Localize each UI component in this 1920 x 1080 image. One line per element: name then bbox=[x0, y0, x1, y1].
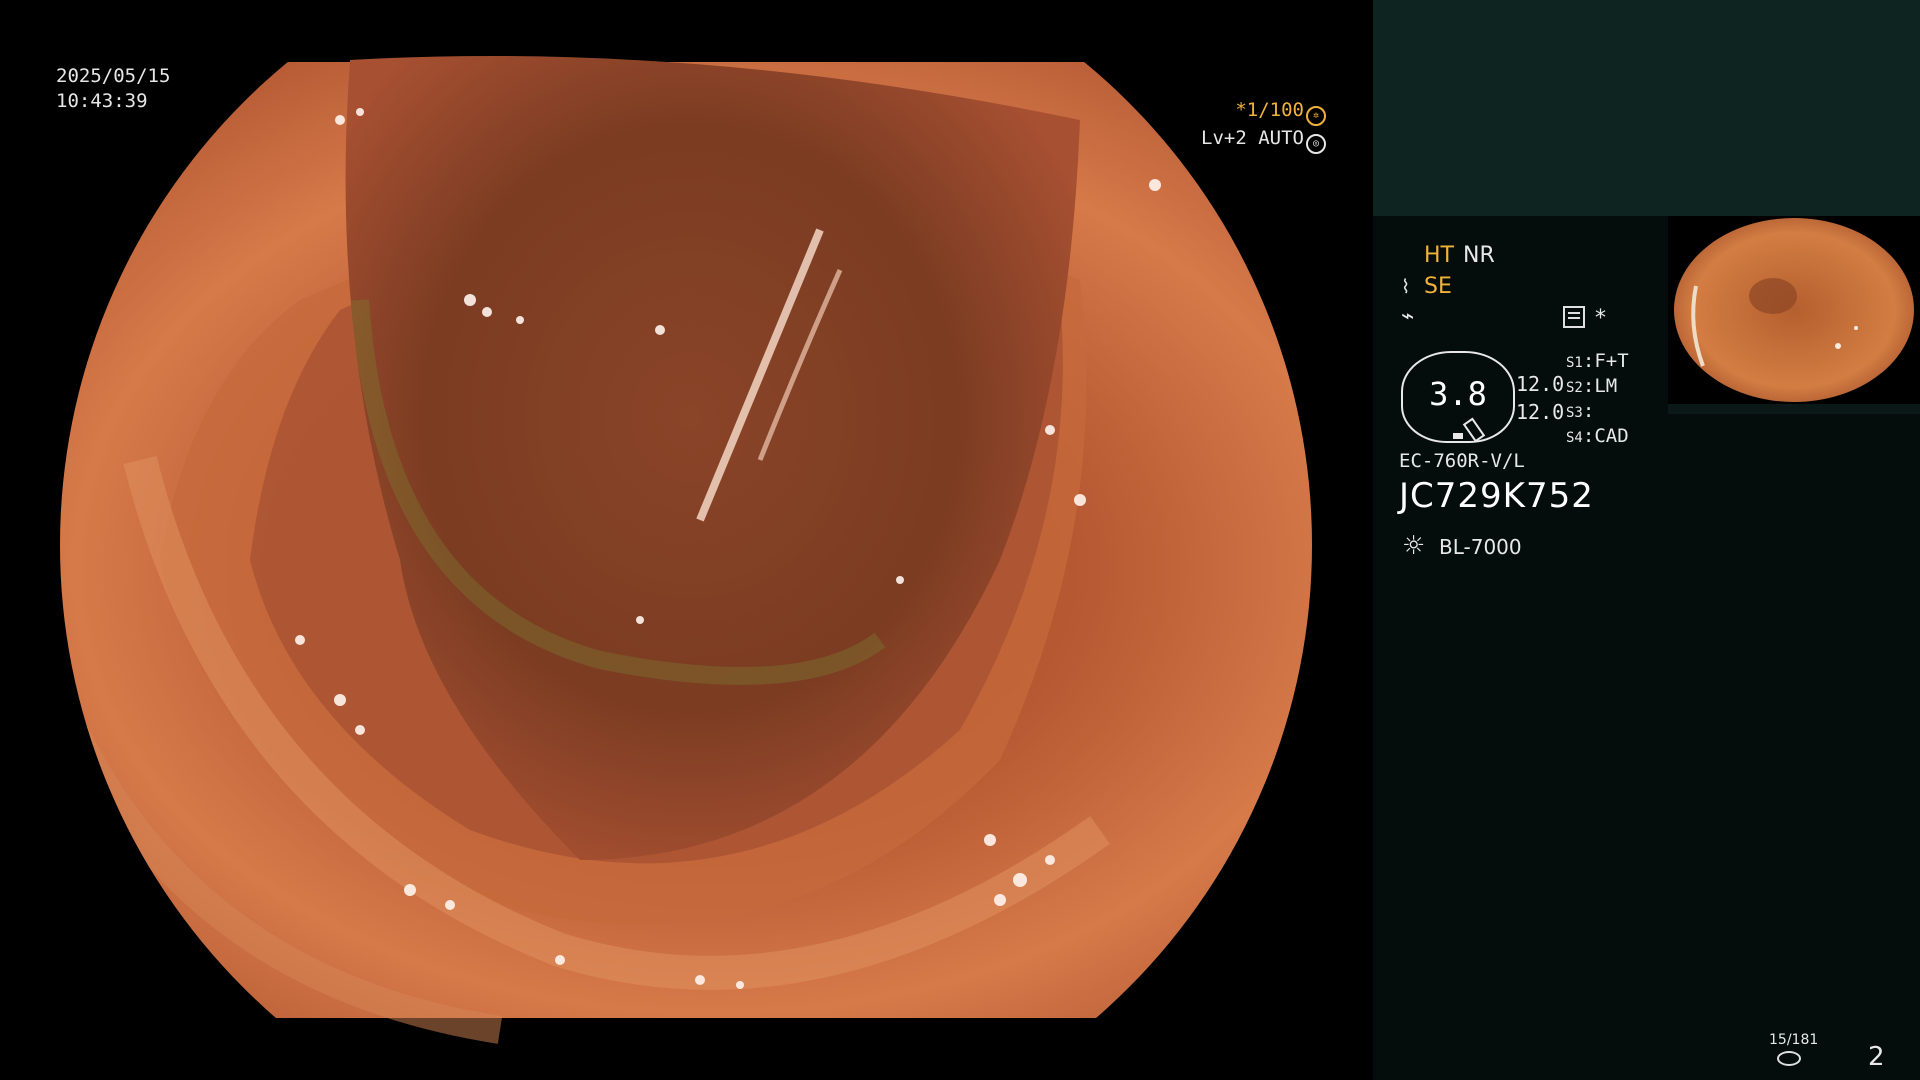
gauge: 3.8 bbox=[1401, 351, 1515, 443]
date-display: 2025/05/15 bbox=[56, 65, 171, 87]
scope-serial: JC729K752 bbox=[1399, 476, 1594, 516]
shutter-value: *1/100 bbox=[1235, 99, 1304, 121]
thumbnail-status-bar bbox=[1668, 404, 1920, 414]
record-icon bbox=[1777, 1051, 1801, 1066]
flash-icon: ⌁ bbox=[1401, 304, 1415, 329]
slot-s1: S1:F+T bbox=[1566, 350, 1629, 372]
aperture-icon: ✲ bbox=[1306, 106, 1326, 126]
structure-enhancement-icon: ⌇ bbox=[1401, 276, 1411, 298]
panel-header-area bbox=[1373, 0, 1920, 216]
colon-image bbox=[60, 56, 1312, 1044]
ht-indicator: HT bbox=[1424, 243, 1454, 268]
record-counter: 15/181 bbox=[1769, 1032, 1819, 1048]
level-value: Lv+2 AUTO bbox=[1201, 127, 1304, 149]
endoscope-view: 2025/05/15 10:43:39 *1/100 ✲ Lv+2 AUTO ◎ bbox=[0, 0, 1372, 1080]
slot-s3: S3: bbox=[1566, 400, 1595, 422]
gauge-value-3: 12.0 bbox=[1516, 400, 1565, 424]
light-source-icon: ☼ bbox=[1402, 531, 1426, 561]
gauge-mark bbox=[1453, 433, 1463, 439]
nr-indicator: NR bbox=[1463, 243, 1495, 268]
slot-key: S1 bbox=[1566, 355, 1583, 371]
slot-s4: S4:CAD bbox=[1566, 425, 1629, 447]
status-panel: HT NR ⌇ SE ⌁ * 3.8 12.0 12.0 S1:F+T S2:L… bbox=[1373, 0, 1920, 1080]
slot-value: CAD bbox=[1594, 425, 1629, 447]
gauge-value: 3.8 bbox=[1429, 375, 1487, 413]
memory-card-icon bbox=[1563, 306, 1585, 328]
captured-thumbnail[interactable] bbox=[1668, 216, 1920, 404]
se-indicator: SE bbox=[1424, 274, 1452, 299]
slot-s2: S2:LM bbox=[1566, 375, 1618, 397]
light-source-model: BL-7000 bbox=[1439, 535, 1522, 559]
slot-key: S3 bbox=[1566, 405, 1583, 421]
pen-icon bbox=[1462, 417, 1486, 443]
slot-key: S2 bbox=[1566, 380, 1583, 396]
time-display: 10:43:39 bbox=[56, 90, 148, 112]
page-number: 2 bbox=[1868, 1042, 1885, 1072]
slot-value: F+T bbox=[1594, 350, 1629, 372]
level-display: Lv+2 AUTO ◎ bbox=[1201, 126, 1326, 154]
iris-icon: ◎ bbox=[1306, 134, 1326, 154]
star-indicator: * bbox=[1595, 306, 1606, 331]
slot-value: LM bbox=[1594, 375, 1618, 397]
slot-key: S4 bbox=[1566, 430, 1583, 446]
scope-model: EC-760R-V/L bbox=[1399, 450, 1525, 472]
shutter-display: *1/100 ✲ bbox=[1235, 98, 1326, 126]
thumbnail-image bbox=[1668, 216, 1920, 404]
gauge-value-2: 12.0 bbox=[1516, 372, 1565, 396]
